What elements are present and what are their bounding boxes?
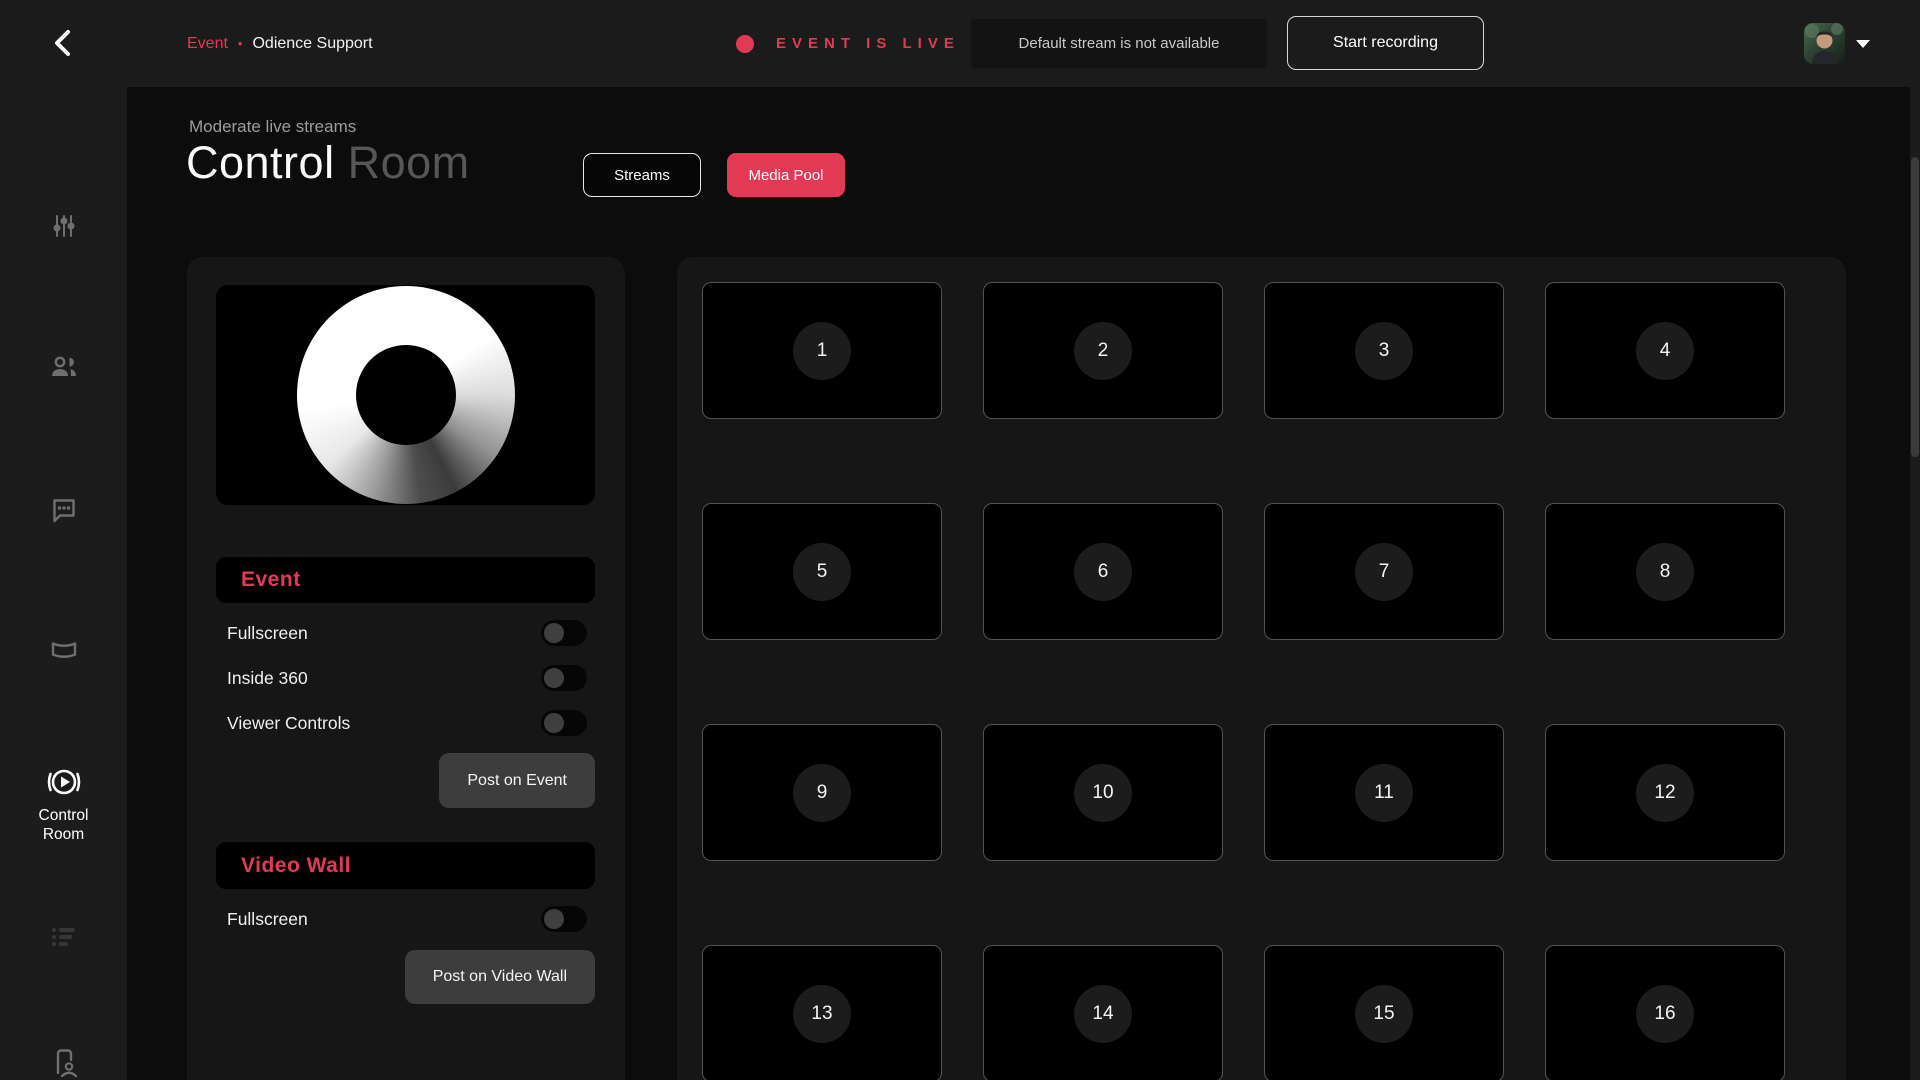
media-tile[interactable]: 6 <box>983 503 1223 640</box>
chat-icon <box>50 496 78 524</box>
tile-number: 12 <box>1636 764 1694 822</box>
breadcrumb-event[interactable]: Event <box>187 35 228 53</box>
tile-number: 10 <box>1074 764 1132 822</box>
screen-icon <box>49 638 79 664</box>
breadcrumb-separator: • <box>238 36 243 51</box>
sidebar-item-mixer[interactable] <box>0 212 127 240</box>
sidebar-item-screen[interactable] <box>0 638 127 664</box>
post-on-video-wall-button[interactable]: Post on Video Wall <box>405 950 595 1004</box>
toggle-label: Fullscreen <box>227 623 308 644</box>
breadcrumb: Event • Odience Support <box>187 0 373 87</box>
toggle-row-viewer-controls: Viewer Controls <box>227 708 587 738</box>
media-tile[interactable]: 11 <box>1264 724 1504 861</box>
page-subtitle: Moderate live streams <box>189 117 356 137</box>
scrollbar-thumb[interactable] <box>1911 157 1919 457</box>
sidebar-item-device[interactable] <box>0 1047 127 1079</box>
start-recording-button[interactable]: Start recording <box>1287 16 1484 70</box>
media-tile[interactable]: 8 <box>1545 503 1785 640</box>
tile-number: 7 <box>1355 543 1413 601</box>
sliders-icon <box>50 212 78 240</box>
tile-number: 5 <box>793 543 851 601</box>
live-status-text: EVENT IS LIVE <box>776 35 960 52</box>
media-tile[interactable]: 13 <box>702 945 942 1080</box>
tile-number: 9 <box>793 764 851 822</box>
tab-streams[interactable]: Streams <box>583 153 701 197</box>
main-content: Moderate live streams Control Room Strea… <box>127 87 1920 1080</box>
sidebar-item-control-room[interactable]: Control Room <box>0 766 127 844</box>
event-control-panel: Event Fullscreen Inside 360 Viewer Contr… <box>187 257 625 1080</box>
media-preview <box>216 285 595 505</box>
viewer-controls-toggle[interactable] <box>541 710 587 736</box>
media-tile[interactable]: 9 <box>702 724 942 861</box>
media-tile[interactable]: 16 <box>1545 945 1785 1080</box>
sidebar-item-label: Control Room <box>19 807 109 844</box>
people-icon <box>49 354 79 380</box>
back-button[interactable] <box>44 26 80 62</box>
list-icon <box>49 923 79 951</box>
media-tile[interactable]: 3 <box>1264 282 1504 419</box>
tab-media-pool[interactable]: Media Pool <box>727 153 845 197</box>
media-tile[interactable]: 15 <box>1264 945 1504 1080</box>
tile-number: 1 <box>793 322 851 380</box>
media-tile[interactable]: 12 <box>1545 724 1785 861</box>
media-pool-grid: 12345678910111213141516 <box>702 282 1846 1080</box>
video-wall-section-header: Video Wall <box>216 842 595 889</box>
tile-number: 2 <box>1074 322 1132 380</box>
toggle-label: Inside 360 <box>227 668 308 689</box>
post-on-event-button[interactable]: Post on Event <box>439 753 595 808</box>
scrollbar-track[interactable] <box>1910 87 1920 1080</box>
tile-number: 11 <box>1355 764 1413 822</box>
sidebar-item-chat[interactable] <box>0 496 127 524</box>
media-tile[interactable]: 7 <box>1264 503 1504 640</box>
page-title: Control Room <box>186 137 470 189</box>
tile-number: 4 <box>1636 322 1694 380</box>
media-pool-panel: 12345678910111213141516 <box>677 257 1846 1080</box>
top-bar: Event • Odience Support EVENT IS LIVE De… <box>0 0 1920 87</box>
control-room-page: Event • Odience Support EVENT IS LIVE De… <box>0 0 1920 1080</box>
page-title-secondary: Room <box>348 137 470 188</box>
toggle-row-fullscreen: Fullscreen <box>227 618 587 648</box>
sidebar-item-participants[interactable] <box>0 354 127 380</box>
media-tile[interactable]: 4 <box>1545 282 1785 419</box>
chevron-down-icon[interactable] <box>1856 40 1870 48</box>
media-tile[interactable]: 10 <box>983 724 1223 861</box>
tile-number: 13 <box>793 985 851 1043</box>
play-circle-icon <box>42 766 86 798</box>
tile-number: 16 <box>1636 985 1694 1043</box>
live-dot-icon <box>736 35 754 53</box>
tile-number: 14 <box>1074 985 1132 1043</box>
event-section-title: Event <box>241 568 301 592</box>
sidebar: Control Room <box>0 87 127 1080</box>
wall-fullscreen-toggle[interactable] <box>541 906 587 932</box>
sidebar-item-queue[interactable] <box>0 923 127 951</box>
odience-logo <box>297 286 515 504</box>
tile-number: 6 <box>1074 543 1132 601</box>
video-wall-section-title: Video Wall <box>241 854 351 878</box>
live-status: EVENT IS LIVE <box>736 0 960 87</box>
avatar[interactable] <box>1804 23 1845 64</box>
chevron-left-icon <box>51 28 73 61</box>
toggle-label: Viewer Controls <box>227 713 350 734</box>
inside-360-toggle[interactable] <box>541 665 587 691</box>
breadcrumb-title: Odience Support <box>252 35 372 53</box>
page-title-primary: Control <box>186 137 335 188</box>
media-tile[interactable]: 1 <box>702 282 942 419</box>
media-tile[interactable]: 14 <box>983 945 1223 1080</box>
media-tile[interactable]: 2 <box>983 282 1223 419</box>
toggle-row-wall-fullscreen: Fullscreen <box>227 904 587 934</box>
toggle-label: Fullscreen <box>227 909 308 930</box>
event-section-header: Event <box>216 557 595 603</box>
fullscreen-toggle[interactable] <box>541 620 587 646</box>
tile-number: 8 <box>1636 543 1694 601</box>
default-stream-notice: Default stream is not available <box>971 19 1267 68</box>
media-tile[interactable]: 5 <box>702 503 942 640</box>
tile-number: 15 <box>1355 985 1413 1043</box>
tile-number: 3 <box>1355 322 1413 380</box>
toggle-row-inside-360: Inside 360 <box>227 663 587 693</box>
device-person-icon <box>49 1047 79 1079</box>
